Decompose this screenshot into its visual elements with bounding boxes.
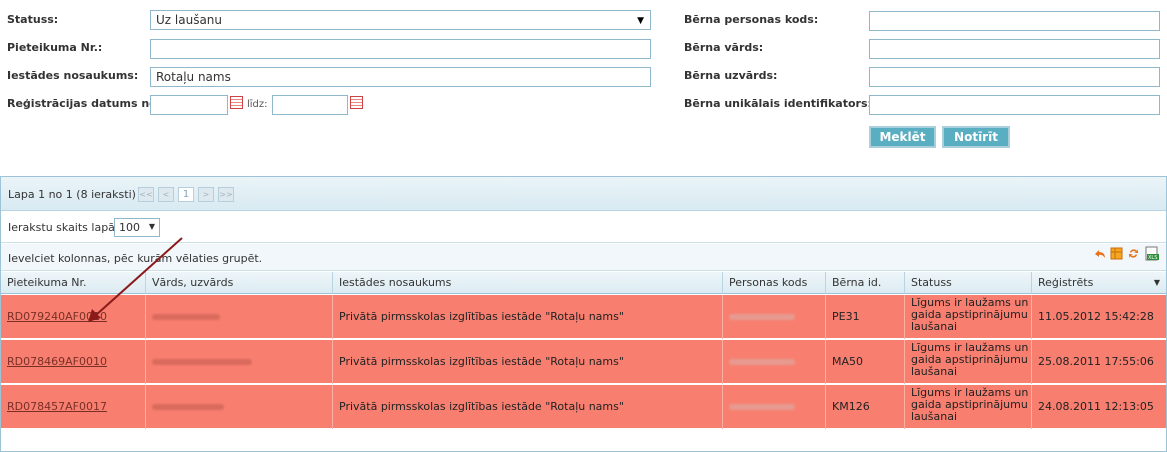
child-id-text: PE31: [832, 310, 860, 323]
cell-app-no: RD078457AF0017: [1, 385, 146, 429]
redacted-code: [729, 359, 795, 365]
table-icon[interactable]: [1110, 247, 1123, 260]
next-page-button[interactable]: >: [198, 187, 214, 202]
per-page-value: 100: [119, 221, 140, 234]
registered-text: 11.05.2012 15:42:28: [1038, 310, 1154, 323]
page-number-button[interactable]: 1: [178, 187, 194, 202]
per-page-bar: Ierakstu skaits lapā: 100 ▼: [1, 212, 1166, 243]
pager-text: Lapa 1 no 1 (8 ieraksti): [8, 188, 136, 201]
cell-personal-code: [723, 385, 826, 429]
cell-app-no: RD078469AF0010: [1, 340, 146, 384]
child-code-input[interactable]: [869, 11, 1160, 31]
status-label: Statuss:: [7, 13, 59, 26]
cell-institution: Privātā pirmsskolas izglītības iestāde "…: [333, 385, 723, 429]
clear-button[interactable]: Notīrīt: [942, 126, 1010, 148]
per-page-select[interactable]: 100 ▼: [114, 218, 160, 237]
search-button[interactable]: Meklēt: [869, 126, 936, 148]
last-page-button[interactable]: >>: [218, 187, 234, 202]
calendar-icon[interactable]: [230, 96, 243, 109]
column-header-personal-code[interactable]: Personas kods: [723, 272, 826, 294]
institution-text: Privātā pirmsskolas izglītības iestāde "…: [339, 400, 624, 413]
reg-date-label: Reģistrācijas datums no:: [7, 97, 162, 110]
redacted-name: [152, 404, 224, 410]
cell-status: Līgums ir laužams un gaida apstiprinājum…: [905, 295, 1032, 339]
chevron-down-icon: ▼: [637, 16, 644, 26]
cell-personal-code: [723, 295, 826, 339]
status-text: Līgums ir laužams un gaida apstiprinājum…: [911, 341, 1029, 378]
app-no-link[interactable]: RD078469AF0010: [7, 355, 107, 368]
column-header-status[interactable]: Statuss: [905, 272, 1032, 294]
pager: Lapa 1 no 1 (8 ieraksti) << < 1 > >>: [1, 177, 1166, 211]
redacted-code: [729, 404, 795, 410]
child-surname-label: Bērna uzvārds:: [684, 69, 778, 82]
cell-status: Līgums ir laužams un gaida apstiprinājum…: [905, 385, 1032, 429]
export-xls-icon[interactable]: XLS: [1145, 246, 1160, 261]
column-header-child-id[interactable]: Bērna id.: [826, 272, 905, 294]
cell-child-id: PE31: [826, 295, 905, 339]
status-text: Līgums ir laužams un gaida apstiprinājum…: [911, 296, 1029, 333]
cell-institution: Privātā pirmsskolas izglītības iestāde "…: [333, 340, 723, 384]
child-id-text: MA50: [832, 355, 864, 368]
registered-text: 24.08.2011 12:13:05: [1038, 400, 1154, 413]
app-no-link[interactable]: RD079240AF0010: [7, 310, 107, 323]
cell-name: [146, 385, 333, 429]
cell-status: Līgums ir laužams un gaida apstiprinājum…: [905, 340, 1032, 384]
svg-text:XLS: XLS: [1148, 255, 1157, 261]
reg-date-from-input[interactable]: [150, 95, 228, 115]
table-row[interactable]: RD078469AF0010 Privātā pirmsskolas izglī…: [1, 340, 1166, 384]
child-id-text: KM126: [832, 400, 870, 413]
redacted-name: [152, 359, 252, 365]
app-no-input[interactable]: [150, 39, 651, 59]
registered-text: 25.08.2011 17:55:06: [1038, 355, 1154, 368]
first-page-button[interactable]: <<: [138, 187, 154, 202]
institution-label: Iestādes nosaukums:: [7, 69, 139, 82]
column-header-institution[interactable]: Iestādes nosaukums: [333, 272, 723, 294]
table-row[interactable]: RD078457AF0017 Privātā pirmsskolas izglī…: [1, 385, 1166, 429]
calendar-icon[interactable]: [350, 96, 363, 109]
cell-child-id: MA50: [826, 340, 905, 384]
column-header-name[interactable]: Vārds, uzvārds: [146, 272, 333, 294]
cell-institution: Privātā pirmsskolas izglītības iestāde "…: [333, 295, 723, 339]
refresh-icon[interactable]: [1127, 247, 1140, 260]
institution-text: Privātā pirmsskolas izglītības iestāde "…: [339, 310, 624, 323]
undo-icon[interactable]: [1093, 247, 1106, 260]
cell-child-id: KM126: [826, 385, 905, 429]
child-code-label: Bērna personas kods:: [684, 13, 819, 26]
child-id-label: Bērna unikālais identifikators:: [684, 97, 872, 110]
reg-to-label: līdz:: [247, 99, 268, 110]
cell-name: [146, 340, 333, 384]
redacted-code: [729, 314, 795, 320]
status-select[interactable]: Uz laušanu ▼: [150, 10, 651, 30]
app-no-link[interactable]: RD078457AF0017: [7, 400, 107, 413]
institution-text: Privātā pirmsskolas izglītības iestāde "…: [339, 355, 624, 368]
cell-registered: 25.08.2011 17:55:06: [1032, 340, 1166, 384]
group-panel[interactable]: Ievelciet kolonnas, pēc kurām vēlaties g…: [1, 244, 1166, 271]
table-header: Pieteikuma Nr. Vārds, uzvārds Iestādes n…: [1, 272, 1166, 294]
results-grid: Lapa 1 no 1 (8 ieraksti) << < 1 > >> Ier…: [0, 176, 1167, 452]
per-page-label: Ierakstu skaits lapā:: [8, 221, 119, 234]
child-id-input[interactable]: [869, 95, 1160, 115]
child-name-label: Bērna vārds:: [684, 41, 764, 54]
column-header-registered-label: Reģistrēts: [1038, 276, 1094, 289]
cell-personal-code: [723, 340, 826, 384]
cell-app-no: RD079240AF0010: [1, 295, 146, 339]
column-header-app-no[interactable]: Pieteikuma Nr.: [1, 272, 146, 294]
institution-input[interactable]: Rotaļu nams: [150, 67, 651, 87]
status-text: Līgums ir laužams un gaida apstiprinājum…: [911, 386, 1029, 423]
child-name-input[interactable]: [869, 39, 1160, 59]
cell-name: [146, 295, 333, 339]
sort-desc-icon: ▼: [1153, 278, 1160, 287]
cell-registered: 11.05.2012 15:42:28: [1032, 295, 1166, 339]
app-no-label: Pieteikuma Nr.:: [7, 41, 103, 54]
child-surname-input[interactable]: [869, 67, 1160, 87]
cell-registered: 24.08.2011 12:13:05: [1032, 385, 1166, 429]
column-header-registered[interactable]: Reģistrēts ▼: [1032, 272, 1166, 294]
redacted-name: [152, 314, 220, 320]
reg-date-to-input[interactable]: [272, 95, 348, 115]
chevron-down-icon: ▼: [148, 222, 155, 231]
prev-page-button[interactable]: <: [158, 187, 174, 202]
table-row[interactable]: RD079240AF0010 Privātā pirmsskolas izglī…: [1, 295, 1166, 339]
status-select-value: Uz laušanu: [156, 13, 223, 27]
group-hint: Ievelciet kolonnas, pēc kurām vēlaties g…: [8, 252, 263, 265]
